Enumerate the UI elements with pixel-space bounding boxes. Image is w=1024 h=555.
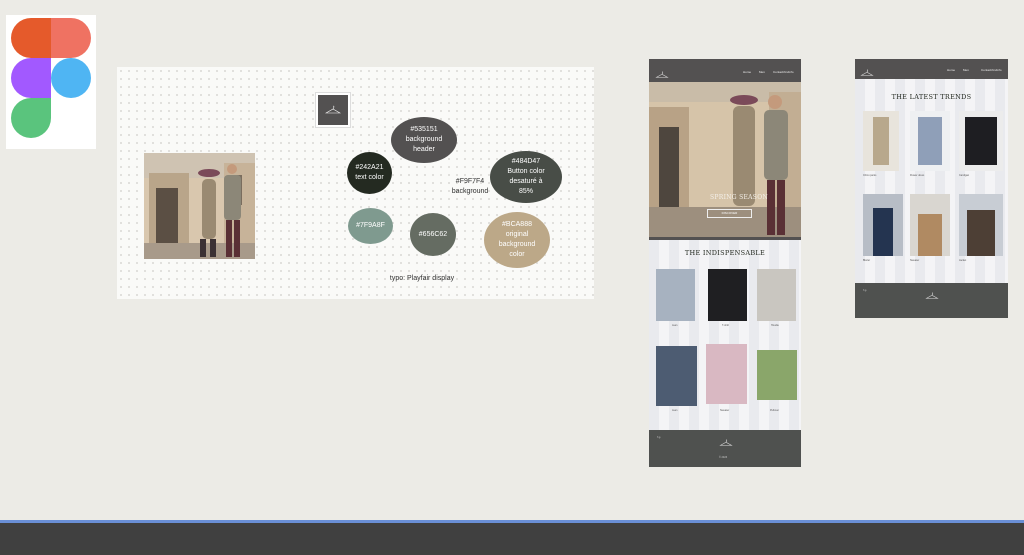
hanger-logo-icon <box>925 287 939 305</box>
mockup1-section-title: THE INDISPENSABLE <box>684 249 766 257</box>
color-swatch-bca888[interactable]: #BCA888 original background color <box>484 212 550 268</box>
product-label: Pullover <box>770 409 780 412</box>
product-label: Cardigan <box>959 174 970 177</box>
product-image[interactable] <box>910 111 950 171</box>
typography-note: typo: Playfair display <box>389 275 455 282</box>
mockup1-footer: f ◎ © 2023 <box>649 430 801 467</box>
product-image[interactable] <box>910 194 950 256</box>
mockup-homepage-frame[interactable]: Home Men Contact/Us/info SPRING SEASON D… <box>649 59 801 467</box>
hanger-logo-icon <box>318 95 348 125</box>
product-label: Jacket <box>959 259 967 262</box>
mockup1-nav-home[interactable]: Home <box>743 70 751 74</box>
hanger-logo-icon <box>860 64 874 82</box>
product-label: Jean <box>672 409 678 412</box>
color-label-f9f7f4: #F9F7F4 background <box>451 178 489 195</box>
bottom-taskbar <box>0 520 1024 555</box>
figma-logo-icon <box>6 15 96 149</box>
color-swatch-484d47[interactable]: #484D47 Button color desaturé à 85% <box>490 151 562 203</box>
product-image[interactable] <box>757 269 796 321</box>
product-label: T-shirt <box>722 324 729 327</box>
brand-logo-card[interactable] <box>315 92 351 128</box>
product-label: Blazer <box>863 259 871 262</box>
mockup1-copyright: © 2023 <box>719 456 728 459</box>
product-label: Sweater <box>910 259 920 262</box>
product-image[interactable] <box>959 111 1003 171</box>
mockup1-nav-men[interactable]: Men <box>759 70 765 74</box>
hanger-logo-icon <box>719 434 733 452</box>
figma-logo-blue-segment <box>51 58 91 98</box>
mockup2-header: Home Men Contact/Us/info <box>855 59 1008 79</box>
product-image[interactable] <box>959 194 1003 256</box>
mockup2-footer: f ◎ <box>855 283 1008 318</box>
mockup1-nav-contact[interactable]: Contact/Us/info <box>773 70 794 74</box>
mockup1-hero-title: SPRING SEASON <box>710 194 768 201</box>
mockup2-section-title: THE LATEST TRENDS <box>891 93 972 101</box>
mockup2-nav-home[interactable]: Home <box>947 68 955 72</box>
color-swatch-242a21[interactable]: #242A21 text color <box>347 152 392 194</box>
mockup1-social-icons[interactable]: f ◎ <box>657 436 661 439</box>
couple-photo[interactable] <box>144 153 255 259</box>
color-swatch-656c62[interactable]: #656C62 <box>410 213 456 256</box>
product-image[interactable] <box>706 344 747 404</box>
figma-logo-salmon-segment <box>51 18 91 58</box>
figma-logo-red-segment <box>11 18 51 58</box>
product-label: Sweater <box>720 409 730 412</box>
product-label: Flower dress <box>910 174 925 177</box>
product-label: Chino pants <box>863 174 877 177</box>
mockup1-header: Home Men Contact/Us/info <box>649 59 801 82</box>
mockup2-nav-contact[interactable]: Contact/Us/info <box>981 68 1002 72</box>
product-label: Jean <box>672 324 678 327</box>
mockup-trends-frame[interactable]: Home Men Contact/Us/info THE LATEST TREN… <box>855 59 1008 318</box>
mockup2-social-icons[interactable]: f ◎ <box>863 289 867 292</box>
color-swatch-7f9a8f[interactable]: #7F9A8F <box>348 208 393 244</box>
product-image[interactable] <box>708 269 747 321</box>
product-image[interactable] <box>656 346 697 406</box>
mockup2-nav-men[interactable]: Men <box>963 68 969 72</box>
product-image[interactable] <box>656 269 695 321</box>
product-label: Hoodie <box>771 324 779 327</box>
product-image[interactable] <box>863 194 903 256</box>
color-swatch-535151[interactable]: #535151 background header <box>391 117 457 163</box>
figma-logo-purple-segment <box>11 58 51 98</box>
product-image[interactable] <box>863 111 899 171</box>
figma-logo-green-segment <box>11 98 51 138</box>
product-image[interactable] <box>757 350 797 400</box>
moodboard-frame[interactable]: #535151 background header #242A21 text c… <box>117 67 594 299</box>
mockup1-hero-button[interactable]: DISCOVER <box>707 209 752 218</box>
